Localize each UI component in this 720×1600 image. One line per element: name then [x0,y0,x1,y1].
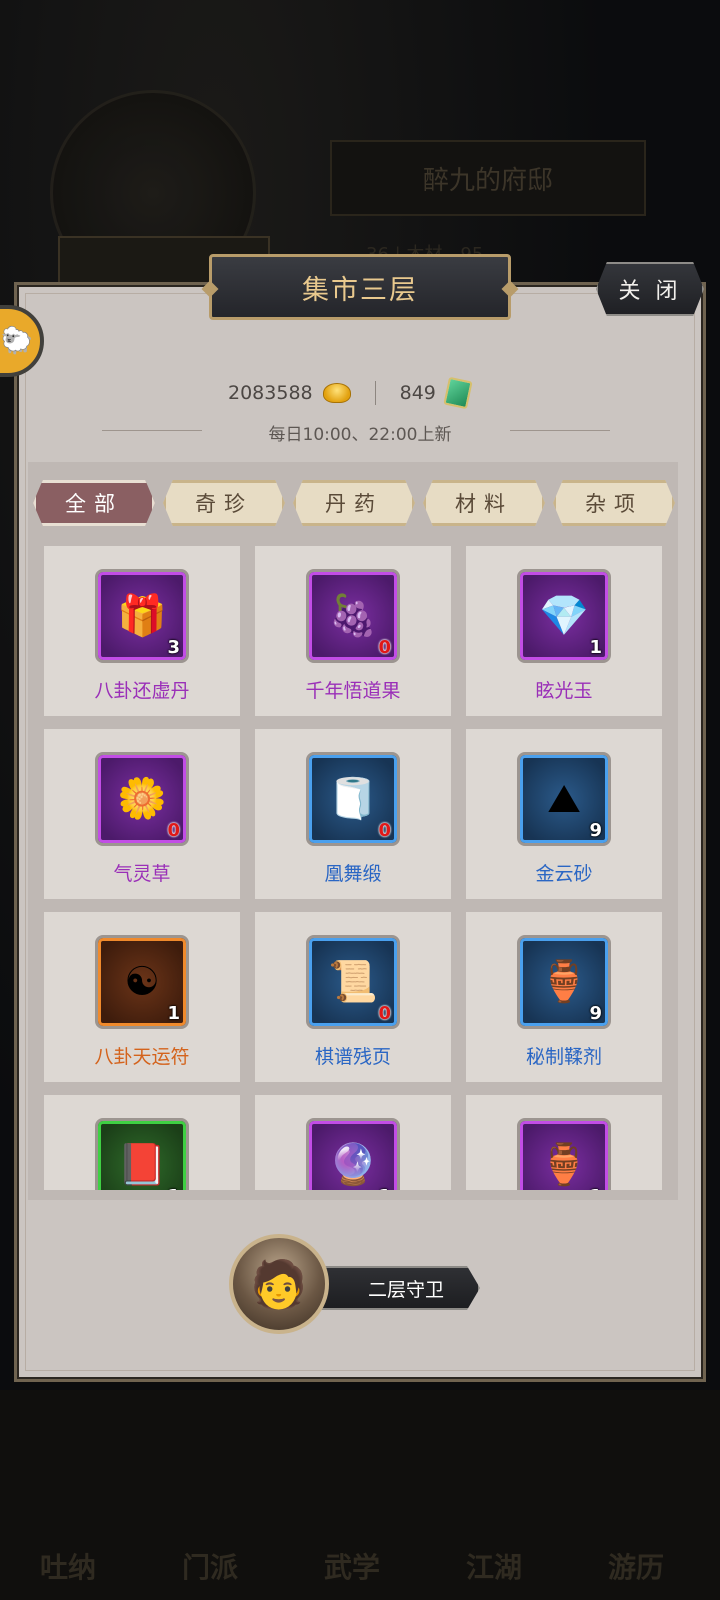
item-name: 气灵草 [113,863,171,885]
nav-item-sect: 门派 [181,1551,238,1584]
tab-pills[interactable]: 丹药 [293,480,415,526]
item-frame: 🍇 0 [306,569,400,663]
talisman-icon: ☯ [124,959,160,1005]
item-frame: 🎁 3 [95,569,189,663]
item-name: 金云砂 [535,863,593,885]
item-card[interactable]: 📕 1 [44,1095,240,1190]
item-card[interactable]: 🧻 0 凰舞缎 [255,729,451,899]
gourd-bottle-icon: 🏺 [539,959,589,1005]
item-card[interactable]: ⛰ 9 金云砂 [466,729,662,899]
item-card[interactable]: 📜 0 棋谱残页 [255,912,451,1082]
herb-icon: 🌼 [117,776,167,822]
item-card[interactable]: 🏺 9 秘制鞣剂 [466,912,662,1082]
dialog-title: 集市三层 [302,274,418,306]
tab-all[interactable]: 全部 [33,480,155,526]
item-card[interactable]: 🌼 0 气灵草 [44,729,240,899]
item-count: 1 [589,637,602,658]
wine-jar-icon: 🏺 [539,1142,589,1188]
item-count: 1 [378,1186,391,1190]
currency-divider [374,381,376,405]
item-count: 0 [378,820,391,841]
tab-treasures[interactable]: 奇珍 [163,480,285,526]
tab-materials[interactable]: 材料 [423,480,545,526]
jade-amount: 849 [399,382,436,404]
item-count: 9 [589,1003,602,1024]
item-frame: 🔮 1 [306,1118,400,1190]
item-count: 0 [378,1003,391,1024]
item-count: 0 [167,820,180,841]
item-frame: 🏺 9 [517,935,611,1029]
orb-icon: 🔮 [328,1142,378,1188]
jade-token-icon [443,376,473,410]
elixir-box-icon: 🎁 [117,593,167,639]
item-card[interactable]: 🍇 0 千年悟道果 [255,546,451,716]
guard-label-button[interactable]: 二层守卫 [318,1266,480,1310]
item-count: 1 [167,1003,180,1024]
close-button[interactable]: 关 闭 [596,262,704,316]
item-name: 眩光玉 [535,680,593,702]
item-count: 1 [589,1186,602,1190]
tab-misc[interactable]: 杂项 [553,480,675,526]
item-card[interactable]: 🔮 1 [255,1095,451,1190]
item-count: 3 [167,637,180,658]
gold-ingot-icon [322,383,351,403]
item-name: 八卦还虚丹 [94,680,190,702]
item-card[interactable]: ☯ 1 八卦天运符 [44,912,240,1082]
dialog-title-plate: 集市三层 [201,254,519,320]
item-card[interactable]: 💎 1 眩光玉 [466,546,662,716]
item-frame: ⛰ 9 [517,752,611,846]
item-grid: 🎁 3 八卦还虚丹 🍇 0 千年悟道果 💎 1 眩光玉 🌼 0 气灵草 🧻 0 … [28,540,678,1190]
nav-item-martial: 武学 [323,1551,380,1584]
background-title: 醉九的府邸 [330,140,646,216]
golden-sand-icon: ⛰ [547,776,581,822]
item-frame: 🌼 0 [95,752,189,846]
item-count: 0 [378,637,391,658]
item-card[interactable]: 🎁 3 八卦还虚丹 [44,546,240,716]
silk-roll-icon: 🧻 [328,776,378,822]
item-name: 秘制鞣剂 [525,1046,602,1068]
nav-item-jianghu: 江湖 [465,1551,522,1584]
item-name: 八卦天运符 [94,1046,190,1068]
item-count: 1 [167,1186,180,1190]
item-frame: 🧻 0 [306,752,400,846]
currency-bar: 2083588 849 [228,376,473,410]
gem-icon: 💎 [539,593,589,639]
nav-item-breath: 吐纳 [39,1551,96,1584]
item-frame: 📕 1 [95,1118,189,1190]
item-frame: ☯ 1 [95,935,189,1029]
scroll-page-icon: 📜 [328,959,378,1005]
book-icon: 📕 [117,1142,167,1188]
item-frame: 🏺 1 [517,1118,611,1190]
ingot-amount: 2083588 [228,382,313,404]
item-name: 棋谱残页 [314,1046,391,1068]
nav-item-travel: 游历 [607,1551,664,1584]
item-frame: 📜 0 [306,935,400,1029]
item-name: 凰舞缎 [324,863,382,885]
item-name: 千年悟道果 [305,680,401,702]
guard-portrait-icon[interactable]: 🧑 [229,1234,329,1334]
item-frame: 💎 1 [517,569,611,663]
item-count: 9 [589,820,602,841]
refresh-schedule: 每日10:00、22:00上新 [268,425,452,445]
fruit-icon: 🍇 [328,593,378,639]
item-card[interactable]: 🏺 1 [466,1095,662,1190]
